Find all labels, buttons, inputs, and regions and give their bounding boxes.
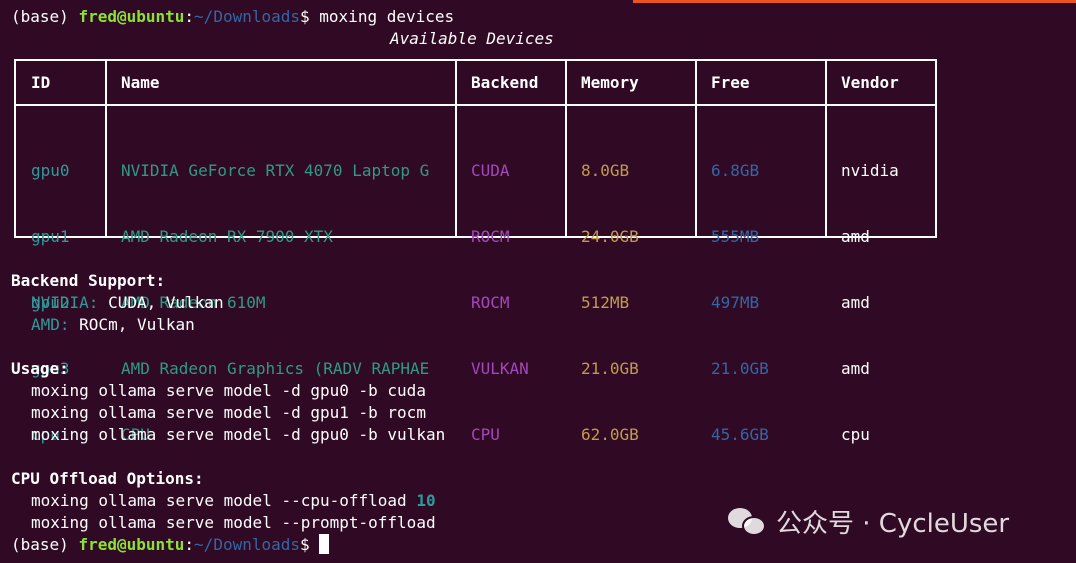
column-vendor-values: nvidia amd amd amd cpu — [841, 116, 899, 468]
prompt-env: (base) — [11, 7, 79, 26]
terminal-cursor[interactable] — [319, 534, 330, 554]
prompt-symbol: $ — [300, 7, 320, 26]
command-text: moxing devices — [319, 7, 455, 26]
cell-memory: 62.0GB — [581, 425, 639, 444]
cell-free: 555MB — [711, 227, 760, 246]
backend-support-nvidia: NVIDIA: CUDA, Vulkan — [31, 292, 224, 314]
column-header-vendor: Vendor — [841, 73, 899, 92]
cell-backend: CPU — [471, 425, 500, 444]
nvidia-label: NVIDIA: — [31, 293, 99, 312]
usage-line: moxing ollama serve model -d gpu0 -b vul… — [31, 425, 446, 444]
prompt-symbol: $ — [300, 535, 320, 554]
cell-backend: ROCM — [471, 293, 510, 312]
cpu-offload-heading: CPU Offload Options: — [11, 469, 204, 488]
cell-vendor: amd — [841, 227, 870, 246]
wechat-icon — [728, 504, 768, 538]
table-title: Available Devices — [390, 29, 554, 48]
cell-memory: 24.0GB — [581, 227, 639, 246]
prompt-user: fred@ubuntu — [78, 535, 185, 554]
cell-backend: CUDA — [471, 161, 510, 180]
backend-support-amd: AMD: ROCm, Vulkan — [31, 314, 195, 336]
cell-memory: 512MB — [581, 293, 630, 312]
cell-vendor: amd — [841, 359, 870, 378]
cell-vendor: amd — [841, 293, 870, 312]
prompt-colon: : — [184, 535, 195, 554]
cell-memory: 8.0GB — [581, 161, 630, 180]
cell-name: NVIDIA GeForce RTX 4070 Laptop G — [121, 161, 430, 180]
prompt-path: ~/Downloads — [194, 7, 301, 26]
prompt-path: ~/Downloads — [194, 535, 301, 554]
watermark: 公众号 · CycleUser — [728, 502, 1009, 540]
amd-value: ROCm, Vulkan — [69, 315, 195, 334]
column-header-backend: Backend — [471, 73, 539, 92]
amd-label: AMD: — [31, 315, 70, 334]
prompt-colon: : — [184, 7, 195, 26]
cell-name: AMD Radeon Graphics (RADV RAPHAE — [121, 359, 430, 378]
cell-backend: VULKAN — [471, 359, 529, 378]
column-backend-values: CUDA ROCM ROCM VULKAN CPU — [471, 116, 529, 468]
backend-support-heading: Backend Support: — [11, 271, 166, 290]
column-header-id: ID — [31, 73, 51, 92]
usage-heading: Usage: — [11, 359, 69, 378]
nvidia-value: CUDA, Vulkan — [98, 293, 224, 312]
usage-line: moxing ollama serve model -d gpu1 -b roc… — [31, 403, 426, 422]
cell-free: 497MB — [711, 293, 760, 312]
window-accent-bar — [633, 0, 1076, 3]
prompt-line: (base) fred@ubuntu:~/Downloads$ moxing d… — [11, 6, 454, 28]
column-header-name: Name — [121, 73, 160, 92]
cell-vendor: cpu — [841, 425, 870, 444]
cell-free: 45.6GB — [711, 425, 769, 444]
cell-id: gpu0 — [31, 161, 70, 180]
header-cell-id — [14, 59, 107, 106]
cell-free: 6.8GB — [711, 161, 760, 180]
prompt-offload-line: moxing ollama serve model --prompt-offlo… — [31, 513, 436, 532]
column-header-free: Free — [711, 73, 750, 92]
cell-backend: ROCM — [471, 227, 510, 246]
column-free-values: 6.8GB 555MB 497MB 21.0GB 45.6GB — [711, 116, 769, 468]
cell-id: gpu1 — [31, 227, 70, 246]
cpu-offload-line: moxing ollama serve model --cpu-offload … — [31, 490, 436, 512]
cpu-offload-command: moxing ollama serve model --cpu-offload — [31, 491, 417, 510]
prompt-env: (base) — [11, 535, 79, 554]
column-memory-values: 8.0GB 24.0GB 512MB 21.0GB 62.0GB — [581, 116, 639, 468]
prompt-line-final: (base) fred@ubuntu:~/Downloads$ — [11, 534, 330, 556]
prompt-user: fred@ubuntu — [78, 7, 185, 26]
cell-vendor: nvidia — [841, 161, 899, 180]
usage-line: moxing ollama serve model -d gpu0 -b cud… — [31, 381, 426, 400]
cpu-offload-number: 10 — [416, 491, 436, 510]
cell-memory: 21.0GB — [581, 359, 639, 378]
cell-name: AMD Radeon RX 7900 XTX — [121, 227, 333, 246]
watermark-text: 公众号 · CycleUser — [776, 508, 1010, 539]
cell-free: 21.0GB — [711, 359, 769, 378]
column-header-memory: Memory — [581, 73, 639, 92]
